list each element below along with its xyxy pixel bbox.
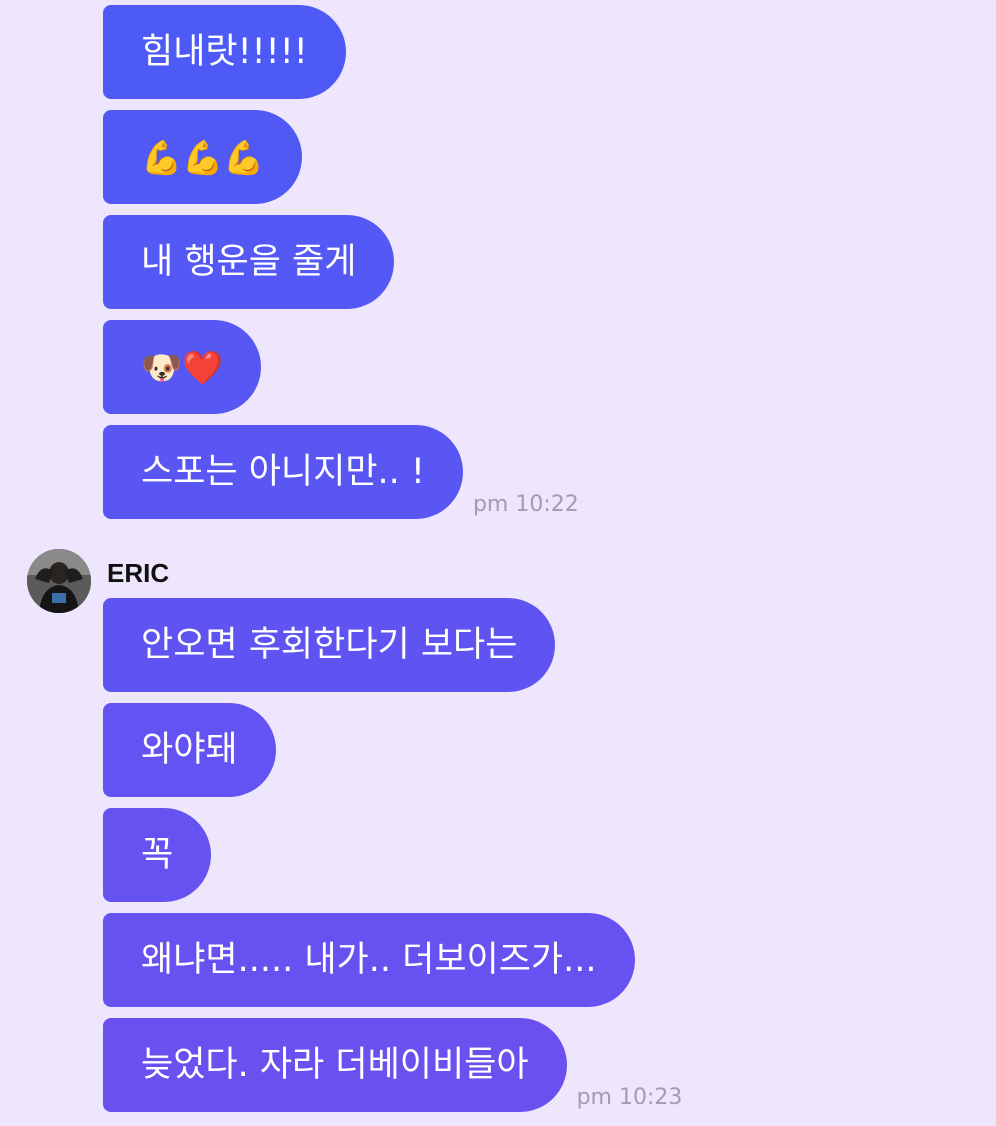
message-bubble[interactable]: 왜냐면..... 내가.. 더보이즈가... — [103, 913, 635, 1007]
message-bubble[interactable]: 와야돼 — [103, 703, 276, 797]
message-row: 왜냐면..... 내가.. 더보이즈가... — [103, 913, 635, 1007]
sender-avatar[interactable] — [27, 549, 91, 613]
message-timestamp: pm 10:22 — [472, 492, 579, 517]
message-row: 와야돼 — [103, 703, 276, 797]
message-bubble[interactable]: 💪💪💪 — [103, 110, 303, 204]
message-bubble[interactable]: 안오면 후회한다기 보다는 — [103, 598, 556, 692]
message-row: 안오면 후회한다기 보다는 — [103, 598, 556, 692]
message-bubble[interactable]: 내 행운을 줄게 — [103, 215, 395, 309]
message-bubble[interactable]: 꼭 — [103, 808, 212, 902]
message-row: 💪💪💪 — [103, 110, 303, 204]
message-bubble[interactable]: 스포는 아니지만.. ! — [103, 425, 463, 519]
profile-photo-icon — [27, 549, 91, 613]
message-row: 🐶❤️ — [103, 320, 262, 414]
sender-name: ERIC — [107, 558, 170, 588]
message-timestamp: pm 10:23 — [576, 1085, 683, 1110]
message-row: 힘내랏!!!!! — [103, 5, 346, 99]
message-bubble[interactable]: 힘내랏!!!!! — [103, 5, 346, 99]
message-row: 꼭 — [103, 808, 212, 902]
message-bubble[interactable]: 늦었다. 자라 더베이비들아 — [103, 1018, 567, 1112]
message-bubble[interactable]: 🐶❤️ — [103, 320, 262, 414]
message-row: 스포는 아니지만.. ! pm 10:22 — [103, 425, 579, 519]
chat-area: 힘내랏!!!!! 💪💪💪 내 행운을 줄게 🐶❤️ 스포는 아니지만.. ! p… — [0, 0, 996, 1126]
message-row: 내 행운을 줄게 — [103, 215, 395, 309]
message-row: 늦었다. 자라 더베이비들아 pm 10:23 — [103, 1018, 682, 1112]
